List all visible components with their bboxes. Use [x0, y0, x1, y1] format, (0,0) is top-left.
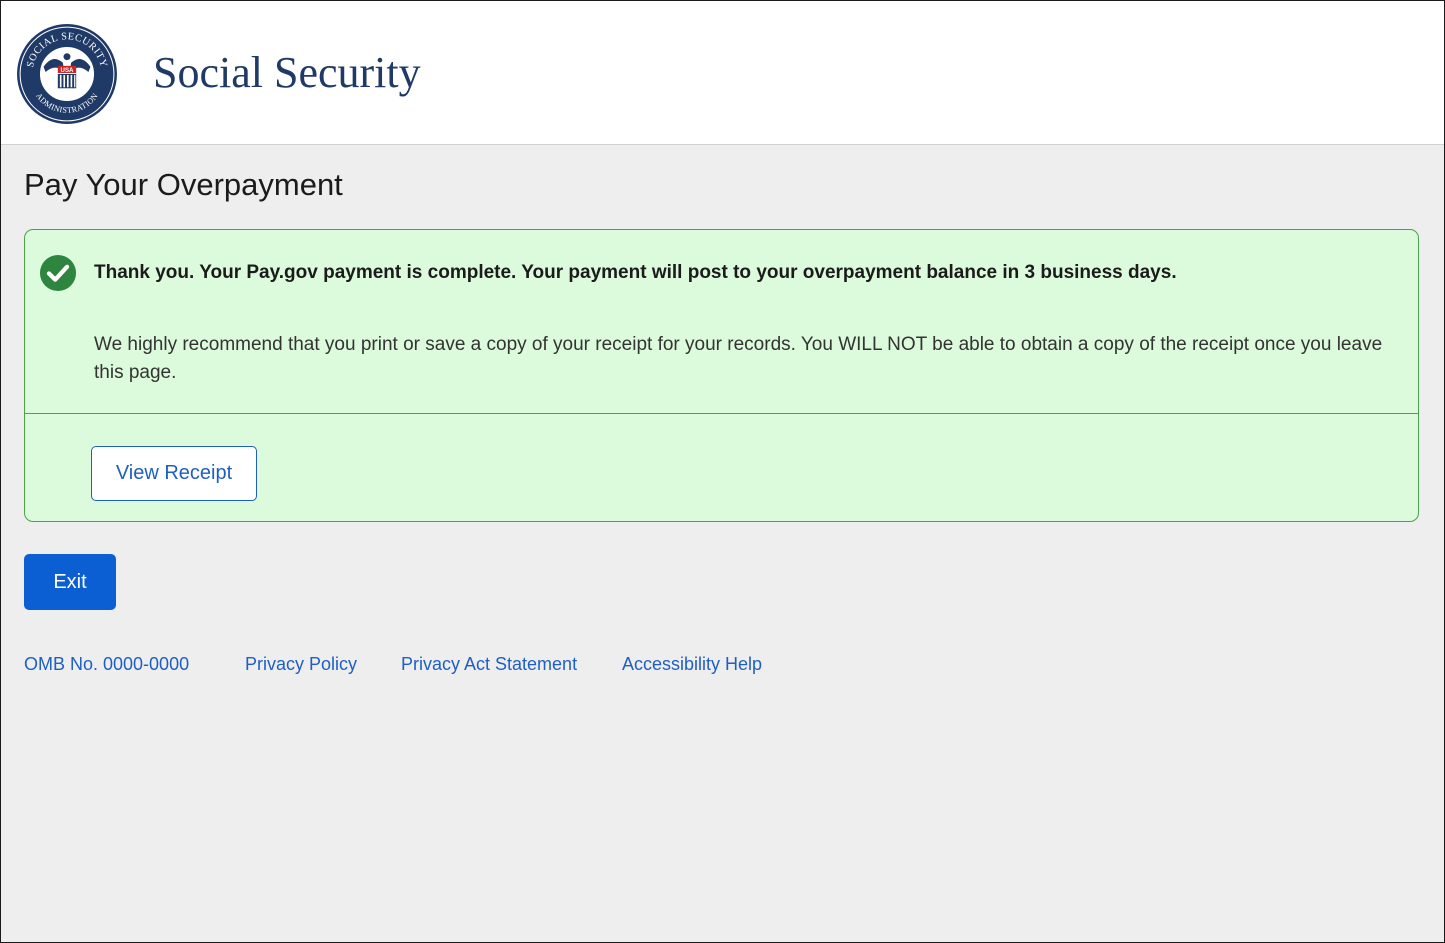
alert-body: We highly recommend that you print or sa… — [94, 334, 1383, 383]
view-receipt-button[interactable]: View Receipt — [91, 446, 257, 501]
privacy-policy-link[interactable]: Privacy Policy — [245, 653, 357, 675]
page-frame: SOCIAL SECURITY ADMINISTRATION USA Socia… — [0, 0, 1445, 943]
alert-heading: Thank you. Your Pay.gov payment is compl… — [94, 262, 1177, 283]
exit-button[interactable]: Exit — [24, 554, 116, 610]
accessibility-help-link[interactable]: Accessibility Help — [622, 653, 762, 675]
seal-center-text: USA — [61, 67, 74, 74]
ssa-seal-icon: SOCIAL SECURITY ADMINISTRATION USA — [17, 24, 117, 124]
success-alert: Thank you. Your Pay.gov payment is compl… — [24, 229, 1419, 522]
alert-divider — [25, 413, 1418, 414]
site-title: Social Security — [153, 48, 421, 97]
page-title: Pay Your Overpayment — [24, 167, 343, 202]
privacy-act-statement-link[interactable]: Privacy Act Statement — [401, 653, 577, 675]
site-header: SOCIAL SECURITY ADMINISTRATION USA Socia… — [1, 1, 1444, 145]
omb-number-link[interactable]: OMB No. 0000-0000 — [24, 653, 189, 675]
check-circle-icon — [39, 254, 77, 292]
